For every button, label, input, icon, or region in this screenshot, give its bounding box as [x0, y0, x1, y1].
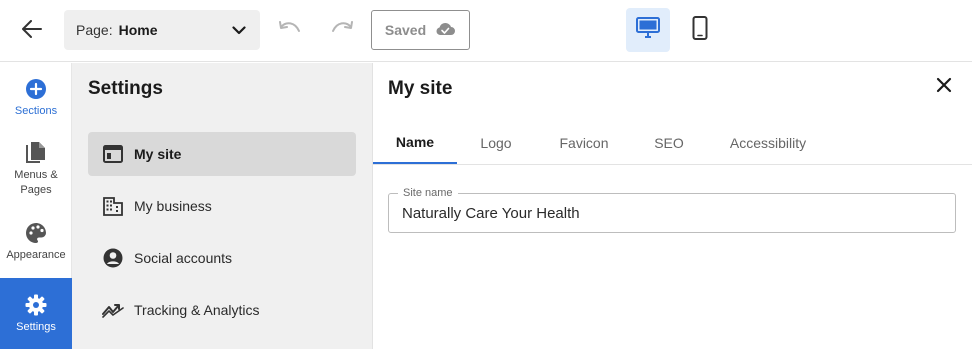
settings-item-my-business[interactable]: My business [88, 184, 356, 228]
settings-panel: Settings My site My business Social acco… [72, 63, 373, 349]
trend-icon [102, 299, 124, 321]
page-select-label: Page: [76, 22, 113, 38]
rail-item-sections[interactable]: Sections [0, 77, 72, 119]
redo-icon [330, 20, 354, 42]
undo-icon [278, 20, 302, 42]
close-icon [936, 77, 952, 98]
saved-button[interactable]: Saved [371, 10, 470, 50]
rail-item-menus-pages[interactable]: Menus & Pages [0, 141, 72, 198]
rail-item-label: Sections [14, 105, 58, 117]
mobile-icon [692, 15, 708, 45]
plus-circle-icon [24, 77, 48, 101]
settings-item-social-accounts[interactable]: Social accounts [88, 236, 356, 280]
cloud-check-icon [434, 22, 456, 39]
mobile-view-button[interactable] [678, 8, 722, 52]
rail-item-label: Menus & Pages [14, 169, 58, 196]
settings-item-tracking-analytics[interactable]: Tracking & Analytics [88, 288, 356, 332]
tab-logo[interactable]: Logo [468, 121, 524, 165]
desktop-view-button[interactable] [626, 8, 670, 52]
tab-bar: Name Logo Favicon SEO Accessibility [373, 121, 972, 165]
close-button[interactable] [933, 76, 955, 98]
tab-seo[interactable]: SEO [643, 121, 695, 165]
saved-label: Saved [384, 22, 427, 38]
settings-item-label: Social accounts [134, 250, 233, 266]
arrow-left-icon [22, 19, 42, 43]
rail-item-label: Appearance [6, 249, 66, 261]
tab-favicon[interactable]: Favicon [549, 121, 619, 165]
top-toolbar: Page: Home Saved [0, 0, 972, 62]
chevron-down-icon [232, 25, 246, 35]
left-rail: Sections Menus & Pages Appearance Settin… [0, 63, 72, 349]
site-name-label: Site name [398, 186, 458, 200]
settings-item-label: My business [134, 198, 212, 214]
gear-icon [24, 293, 48, 317]
page-select[interactable]: Page: Home [64, 10, 260, 50]
page-title: My site [388, 78, 453, 99]
user-circle-icon [102, 247, 124, 269]
settings-title: Settings [88, 78, 163, 99]
tab-name[interactable]: Name [373, 121, 457, 164]
building-icon [102, 195, 124, 217]
settings-item-my-site[interactable]: My site [88, 132, 356, 176]
site-name-input[interactable] [389, 194, 955, 232]
redo-button[interactable] [329, 18, 355, 44]
page-select-value: Home [118, 22, 158, 38]
main-panel: My site Name Logo Favicon SEO Accessibil… [373, 63, 972, 349]
rail-item-settings[interactable]: Settings [0, 278, 72, 349]
tab-accessibility[interactable]: Accessibility [718, 121, 818, 165]
palette-icon [24, 221, 48, 245]
back-button[interactable] [18, 17, 46, 45]
rail-item-label: Settings [16, 320, 56, 333]
rail-item-appearance[interactable]: Appearance [0, 221, 72, 263]
desktop-icon [636, 16, 660, 44]
undo-button[interactable] [277, 18, 303, 44]
pages-icon [24, 141, 48, 165]
settings-item-label: Tracking & Analytics [134, 302, 260, 318]
browser-window-icon [102, 143, 124, 165]
settings-item-label: My site [134, 146, 182, 162]
site-name-field: Site name [388, 186, 956, 233]
